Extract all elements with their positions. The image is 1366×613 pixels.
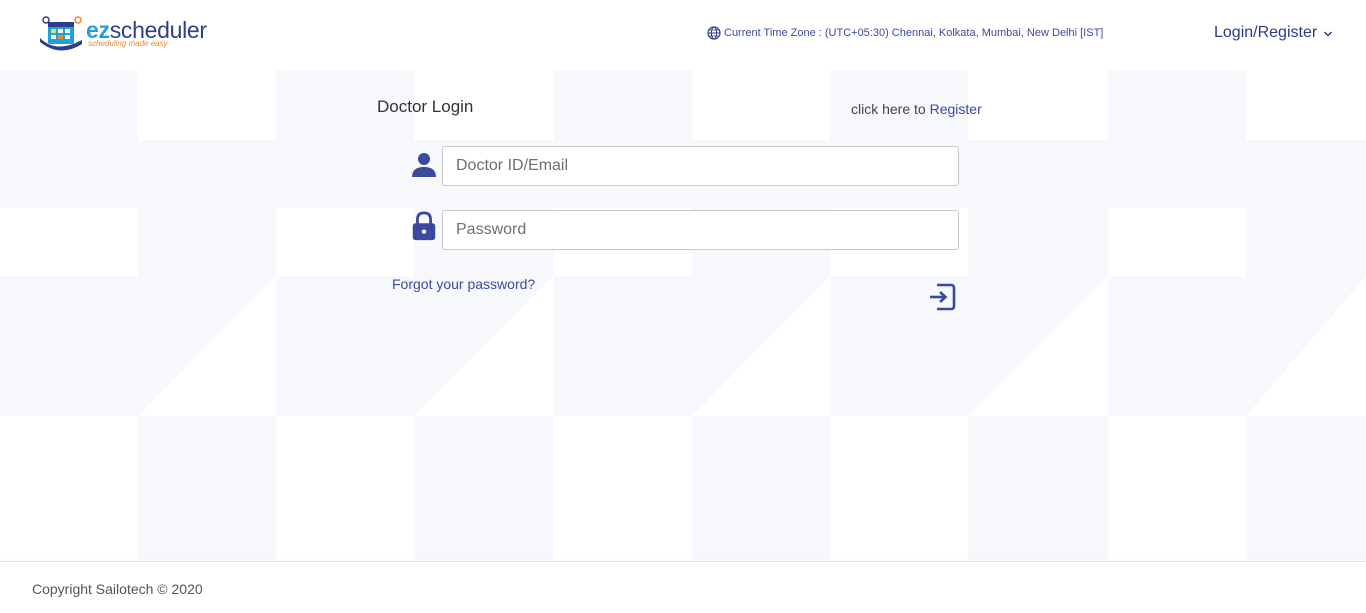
doctor-id-email-input[interactable] — [442, 146, 959, 186]
footer: Copyright Sailotech © 2020 — [0, 561, 1366, 613]
page-title: Doctor Login — [377, 97, 474, 116]
user-icon — [412, 153, 436, 177]
register-prefix: click here to — [851, 101, 926, 117]
copyright-text: Copyright Sailotech © 2020 — [32, 581, 203, 597]
page: ezscheduler scheduling made easy Current… — [0, 0, 1366, 613]
login-submit-button[interactable] — [927, 282, 957, 312]
password-input[interactable] — [442, 210, 959, 250]
register-prompt: click here to Register — [851, 101, 982, 117]
forgot-password-link[interactable]: Forgot your password? — [392, 276, 535, 292]
login-panel: Doctor Login click here to Register Forg… — [0, 0, 1366, 560]
lock-icon — [412, 211, 436, 241]
register-link[interactable]: Register — [930, 101, 982, 117]
sign-in-icon — [930, 283, 956, 311]
